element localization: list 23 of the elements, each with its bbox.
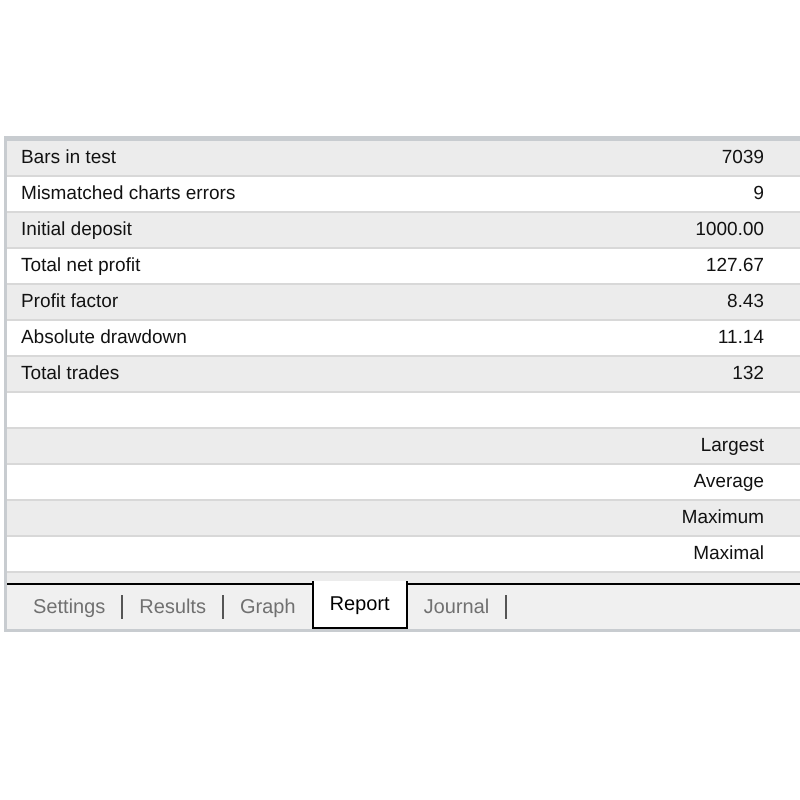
row-value: 132 (732, 362, 764, 386)
row-label: Profit factor (21, 290, 118, 314)
row-label: Mismatched charts errors (21, 182, 236, 206)
tab[interactable]: Report (312, 581, 408, 629)
row-value: 9 (753, 182, 764, 206)
row-value: Largest (700, 434, 764, 458)
row-value: 11.14 (718, 326, 764, 350)
row-label: Initial deposit (21, 218, 132, 242)
tab[interactable]: Settings (17, 585, 122, 629)
row-label: Absolute drawdown (21, 326, 187, 350)
row-value: Maximum (682, 506, 764, 530)
row-value: Maximal (693, 542, 764, 566)
row-value: 7039 (722, 146, 764, 170)
tab[interactable]: Results (123, 585, 222, 629)
row-value: 1000.00 (695, 218, 764, 242)
row-value: Average (694, 470, 764, 494)
row-label: Bars in test (21, 146, 116, 170)
row-label: Total trades (21, 362, 120, 386)
row-value: 8.43 (727, 290, 764, 314)
tab[interactable]: Journal (408, 585, 506, 629)
row-value: 127.67 (706, 254, 764, 278)
tab[interactable]: Graph (224, 585, 312, 629)
row-label: Total net profit (21, 254, 140, 278)
